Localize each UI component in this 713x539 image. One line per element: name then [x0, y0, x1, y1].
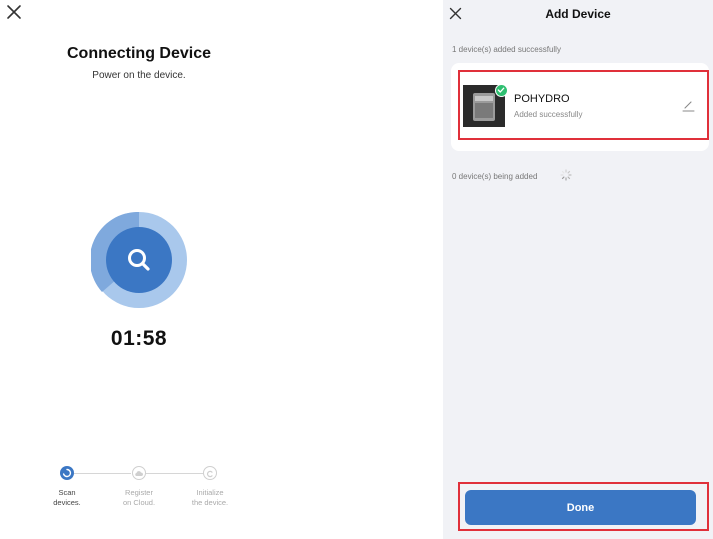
- page-subtitle: Power on the device.: [92, 70, 186, 81]
- cloud-icon: [135, 471, 143, 476]
- countdown-timer: 01:58: [110, 327, 168, 350]
- device-name: POHYDRO: [514, 93, 570, 105]
- step-initialize-dot: [203, 466, 217, 480]
- close-icon[interactable]: [6, 4, 22, 20]
- step-label-initialize: Initialize the device.: [191, 488, 229, 507]
- step-connector: [74, 473, 131, 474]
- scan-animation: [91, 212, 187, 308]
- edit-icon[interactable]: [682, 99, 695, 112]
- spinner-icon: [560, 169, 572, 181]
- step-label-register: Register on Cloud.: [122, 488, 156, 507]
- scan-progress-icon: [62, 468, 72, 478]
- added-count-label: 1 device(s) added successfully: [452, 45, 561, 54]
- add-device-panel: Add Device 1 device(s) added successfull…: [443, 0, 713, 539]
- step-register-dot: [132, 466, 146, 480]
- step-label-scan: Scan devices.: [53, 488, 81, 507]
- initialize-icon: [206, 470, 213, 478]
- connecting-device-panel: Connecting Device Power on the device. 0…: [0, 0, 278, 539]
- check-icon: [495, 84, 508, 97]
- step-scan-dot: [60, 466, 74, 480]
- device-status: Added successfully: [514, 110, 583, 119]
- adding-count-label: 0 device(s) being added: [452, 172, 538, 181]
- page-title: Add Device: [545, 7, 611, 21]
- page-title: Connecting Device: [66, 45, 212, 62]
- done-button[interactable]: Done: [465, 490, 696, 525]
- step-connector: [146, 473, 203, 474]
- progress-steps: Scan devices. Register on Cloud. Initial…: [0, 462, 278, 522]
